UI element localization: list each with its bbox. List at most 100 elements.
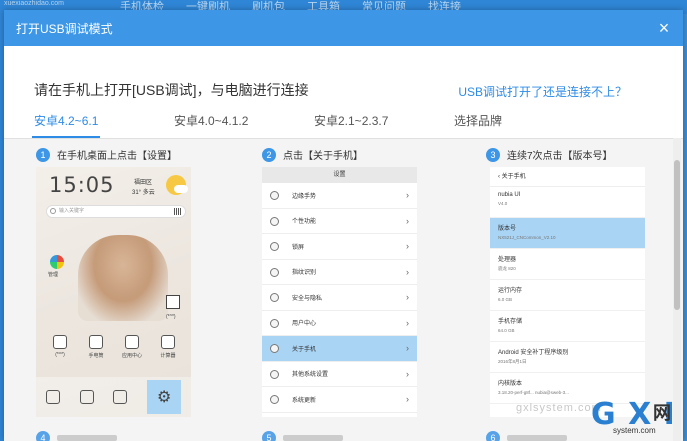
tab-select-brand[interactable]: 选择品牌 (454, 112, 594, 129)
watermark-net: 网 (653, 403, 671, 423)
step-text: 连续7次点击【版本号】 (507, 151, 613, 162)
phone-clock: 15:05 (49, 173, 115, 197)
settings-row-about-phone: 关于手机 › (262, 336, 417, 362)
settings-row: 锁屏 › (262, 234, 417, 260)
step-text-partial (57, 435, 117, 441)
step-number: 5 (262, 431, 276, 441)
tab-android-2-1[interactable]: 安卓2.1~2.3.7 (314, 112, 454, 129)
dialog-header: 请在手机上打开[USB调试]，与电脑进行连接 USB调试打开了还是连接不上？ 安… (4, 46, 683, 138)
weather-temp: 31° 多云 (132, 190, 155, 196)
settings-row: 其他系统设置 › (262, 362, 417, 387)
settings-row: 指纹识别 › (262, 260, 417, 285)
settings-row: 个性功能 › (262, 209, 417, 234)
calculator-icon (161, 335, 175, 349)
host-url: xuexiaozhidao.com (4, 0, 64, 7)
settings-row-label: 个性功能 (292, 219, 317, 226)
step-number: 1 (36, 147, 50, 162)
settings-row: 安全与隐私 › (262, 285, 417, 311)
chevron-right-icon: › (406, 368, 409, 379)
app-item: 应用中心 (116, 335, 148, 359)
about-phone-header: ‹ 关于手机 (490, 167, 645, 187)
settings-row-label: 关于手机 (292, 346, 317, 353)
about-value: 6.0 GB (498, 297, 513, 302)
about-key: 运行内存 (498, 288, 523, 294)
step-number: 3 (486, 147, 500, 162)
step-text: 点击【关于手机】 (283, 151, 363, 162)
fingerprint-icon (270, 267, 279, 277)
about-key: nubia UI (498, 192, 521, 198)
app-icon-grid: (*^*) 手电筒 应用中心 计算器 (44, 335, 184, 359)
chevron-right-icon: › (406, 241, 409, 252)
settings-row-label: 其他系统设置 (292, 372, 329, 379)
cloud-icon (174, 185, 188, 193)
user-icon (270, 318, 279, 328)
about-item: 运行内存 6.0 GB (490, 280, 645, 311)
qr-code-icon (174, 208, 181, 215)
search-icon (50, 208, 56, 214)
app-label: 应用中心 (121, 353, 142, 359)
app-label: (*^*) (166, 314, 176, 320)
step-2-heading: 2 点击【关于手机】 (262, 147, 363, 162)
watermark-url: system.com (613, 426, 656, 435)
phone-home-screenshot: 15:05 福田区 31° 多云 输入关键字 管理 (*^*) (*^*) 手电… (36, 167, 191, 417)
step-1-heading: 1 在手机桌面上点击【设置】 (36, 147, 177, 162)
about-item: 处理器 骁龙 820 (490, 249, 645, 280)
app-label: 手电筒 (88, 353, 104, 359)
android-version-tabs: 安卓4.2~6.1 安卓4.0~4.1.2 安卓2.1~2.3.7 选择品牌 (34, 112, 594, 129)
app-item: 计算器 (152, 335, 184, 359)
about-key: 版本号 (498, 226, 517, 232)
phone-icon (45, 390, 60, 404)
lock-icon (270, 242, 279, 251)
about-item: nubia UI V4.0 (490, 187, 645, 218)
settings-row-label: 用户中心 (292, 321, 317, 328)
settings-row-label: 系统更新 (292, 397, 317, 404)
about-key: 处理器 (498, 257, 517, 263)
step-text-partial (283, 435, 343, 441)
tab-android-4-0[interactable]: 安卓4.0~4.1.2 (174, 112, 314, 129)
app-label: (*^*) (55, 352, 65, 358)
messages-icon (79, 390, 94, 404)
step-text-partial (507, 435, 567, 441)
watermark-faint: gxlsystem.com (516, 402, 602, 414)
phone-dock: ⚙ (36, 377, 191, 417)
feature-icon (270, 216, 279, 226)
about-value: V4.0 (498, 201, 508, 206)
wallpaper-portrait (78, 235, 168, 321)
settings-row: 系统更新 › (262, 387, 417, 413)
dialog-titlebar: 打开USB调试模式 × (4, 10, 683, 46)
step-4-heading-partial: 4 (36, 431, 117, 441)
usb-debug-dialog: 打开USB调试模式 × 请在手机上打开[USB调试]，与电脑进行连接 USB调试… (4, 10, 683, 441)
settings-row-label: 安全与隐私 (292, 295, 323, 302)
phone-about-screenshot: ‹ 关于手机 nubia UI V4.0 版本号 NX521J_CNCommon_V… (490, 167, 645, 417)
settings-row: 边缘手势 › (262, 183, 417, 209)
about-key: Android 安全补丁程序级别 (498, 350, 569, 356)
chevron-right-icon: › (406, 394, 409, 405)
about-value: 2016年8月1日 (498, 359, 527, 364)
settings-gear-icon (270, 344, 279, 353)
chevron-right-icon: › (406, 343, 409, 354)
update-icon (270, 395, 279, 404)
weather-city: 福田区 (134, 180, 153, 186)
tab-android-4-2[interactable]: 安卓4.2~6.1 (34, 112, 174, 129)
scrollbar-thumb[interactable] (674, 160, 680, 310)
settings-header: 设置 (262, 167, 417, 183)
settings-gear-icon: ⚙ (147, 380, 182, 414)
phone-settings-screenshot: 设置 边缘手势 › 个性功能 › 锁屏 › 指纹识别 › 安全与隐私 › 用户中心 › 关于… (262, 167, 417, 417)
about-value: 3.18.20-perf-g8f... nubia@sweb-3... (498, 390, 569, 395)
settings-row-label: 指纹识别 (292, 270, 317, 277)
about-item-build-number: 版本号 NX521J_CNCommon_V2.10 (490, 218, 645, 249)
cart-icon (125, 335, 139, 349)
gear-icon (270, 369, 279, 379)
about-value: 64.0 GB (498, 328, 515, 333)
phone-search-bar: 输入关键字 (46, 205, 186, 218)
site-watermark: G X I 网 system.com (591, 397, 683, 439)
gesture-icon (270, 191, 279, 200)
flashlight-icon (89, 335, 103, 349)
about-item: Android 安全补丁程序级别 2016年8月1日 (490, 342, 645, 373)
app-icon (166, 295, 180, 309)
close-icon[interactable]: × (655, 19, 673, 37)
shield-icon (270, 293, 279, 302)
steps-area: 1 在手机桌面上点击【设置】 2 点击【关于手机】 3 连续7次点击【版本号】 … (4, 138, 683, 441)
help-link[interactable]: USB调试打开了还是连接不上？ (458, 83, 627, 100)
about-key: 手机存储 (498, 319, 523, 325)
